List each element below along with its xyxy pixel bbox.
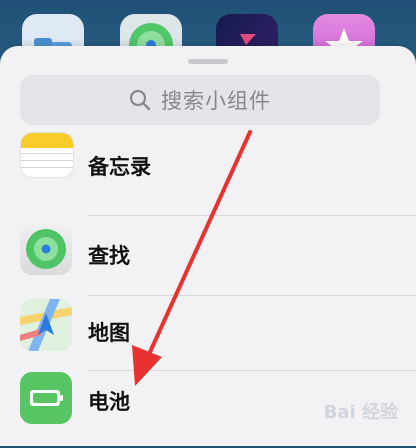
divider (88, 370, 416, 371)
find-my-icon (20, 223, 72, 275)
widget-label: 备忘录 (88, 155, 151, 179)
search-placeholder: 搜索小组件 (161, 89, 271, 113)
battery-icon (20, 372, 72, 424)
watermark: Bai 经验 (323, 402, 398, 423)
widget-row-notes[interactable]: 备忘录 (0, 132, 416, 208)
widget-picker-sheet: 搜索小组件 备忘录 查找 地图 电池 (0, 46, 416, 446)
sheet-grabber[interactable] (188, 59, 228, 64)
widget-row-maps[interactable]: 地图 (0, 295, 416, 371)
maps-icon (20, 299, 72, 351)
widget-row-find-my[interactable]: 查找 (0, 216, 416, 292)
notes-icon (20, 132, 74, 178)
search-bar[interactable]: 搜索小组件 (20, 75, 380, 125)
widget-label: 电池 (88, 390, 130, 414)
search-icon (129, 89, 151, 111)
widget-label: 查找 (88, 244, 130, 268)
widget-label: 地图 (88, 321, 130, 345)
